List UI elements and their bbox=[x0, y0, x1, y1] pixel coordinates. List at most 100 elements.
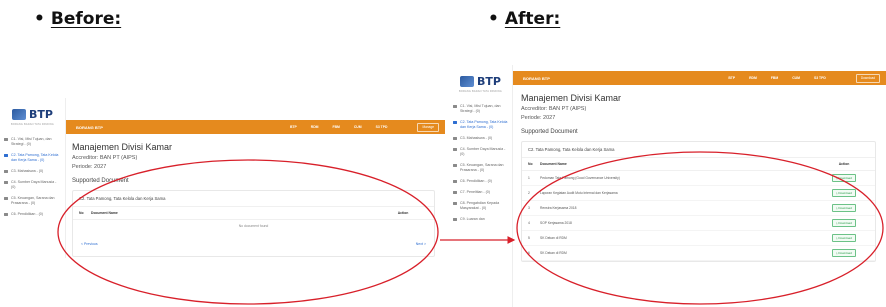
row-name: Renstra Kerjasama 2018 bbox=[540, 206, 577, 210]
main-content: Manajemen Divisi Kamar Accreditor: BAN P… bbox=[72, 142, 445, 257]
sidebar-item-c8[interactable]: C8. Pengabdian Kepada Masyarakat - (0) bbox=[449, 198, 512, 214]
sidebar-nav: C1. Visi, Misi Tujuan, dan Strategi - (0… bbox=[0, 134, 65, 220]
row-name: Laporan Kegiatan Audit Mutu Internal dan… bbox=[540, 191, 618, 195]
sidebar-item-label: C6. Pendidikan - (0) bbox=[460, 179, 492, 183]
sidebar-item-label: C4. Sumber Daya Manusia - (0) bbox=[11, 180, 57, 189]
row-action: ⤓ Download bbox=[819, 234, 869, 242]
folder-icon bbox=[453, 121, 457, 124]
sidebar-item-c2[interactable]: C2. Tata Pamong, Tata Kelola dan Kerja S… bbox=[0, 150, 65, 166]
sidebar-item-c6[interactable]: C6. Pendidikan - (0) bbox=[0, 209, 65, 220]
section-title: Supported Document bbox=[521, 129, 578, 135]
menu-item-fbm[interactable]: FBM bbox=[771, 76, 778, 80]
folder-icon bbox=[4, 170, 8, 173]
sidebar-item-c6[interactable]: C6. Pendidikan - (0) bbox=[449, 176, 512, 187]
download-label: Download bbox=[838, 206, 852, 210]
sidebar-item-label: C6. Pendidikan - (0) bbox=[11, 212, 43, 216]
section-title: Supported Document bbox=[72, 178, 129, 184]
download-label: Download bbox=[838, 221, 852, 225]
before-screenshot: BTP BORANG BADAN TATA PAMONG C1. Visi, M… bbox=[0, 98, 445, 258]
sidebar-item-c2[interactable]: C2. Tata Pamong, Tata Kelola dan Kerja S… bbox=[449, 117, 512, 133]
sidebar-item-label: C8. Pengabdian Kepada Masyarakat - (0) bbox=[460, 201, 500, 210]
download-button[interactable]: ⤓ Download bbox=[832, 189, 856, 197]
logo-subtitle: BORANG BADAN TATA PAMONG bbox=[459, 90, 502, 93]
sidebar-item-c3[interactable]: C3. Mahasiswa - (0) bbox=[449, 133, 512, 144]
menu-item-btp[interactable]: BTP bbox=[290, 125, 297, 129]
manage-button[interactable]: Manage bbox=[417, 122, 439, 132]
previous-button[interactable]: < Previous bbox=[81, 242, 98, 246]
after-heading-text: After: bbox=[504, 9, 561, 29]
download-all-button[interactable]: Download bbox=[855, 73, 880, 83]
logo: BTP bbox=[0, 108, 65, 121]
row-no: 2 bbox=[528, 191, 530, 195]
sidebar-item-c4[interactable]: C4. Sumber Daya Manusia - (0) bbox=[449, 144, 512, 160]
next-button[interactable]: Next > bbox=[416, 242, 426, 246]
folder-icon bbox=[453, 137, 457, 140]
sidebar-item-c4[interactable]: C4. Sumber Daya Manusia - (0) bbox=[0, 177, 65, 193]
sidebar-nav: C1. Visi, Misi Tujuan, dan Strategi - (0… bbox=[449, 101, 512, 225]
row-action: ⤓ Download bbox=[819, 219, 869, 227]
document-card: C2. Tata Pamong, Tata Kelola dan Kerja S… bbox=[72, 190, 435, 257]
sidebar-item-c5[interactable]: C5. Keuangan, Sarana dan Prasarana - (0) bbox=[449, 160, 512, 176]
before-heading: • Before: bbox=[34, 9, 121, 29]
pagination: < Previous Next > bbox=[73, 238, 434, 256]
sidebar: BTP BORANG BADAN TATA PAMONG C1. Visi, M… bbox=[449, 65, 513, 307]
row-name: SK Dekan di RDM bbox=[540, 236, 567, 240]
sidebar-item-c1[interactable]: C1. Visi, Misi Tujuan, dan Strategi - (0… bbox=[0, 134, 65, 150]
sidebar-item-c3[interactable]: C3. Mahasiswa - (0) bbox=[0, 166, 65, 177]
row-no: 3 bbox=[528, 206, 530, 210]
download-button[interactable]: ⤓ Download bbox=[832, 174, 856, 182]
row-name: Pedoman Tata Pamong (Good Governance Uni… bbox=[540, 176, 620, 180]
download-button[interactable]: ⤓ Download bbox=[832, 204, 856, 212]
menu-item-rdm[interactable]: RDM bbox=[749, 76, 757, 80]
sidebar-item-label: C3. Mahasiswa - (0) bbox=[11, 169, 44, 173]
topbar-title: BORANG BTP bbox=[523, 75, 550, 81]
download-label: Download bbox=[838, 191, 852, 195]
topbar: BORANG BTP BTP RDM FBM CUM S3 TPD Manage bbox=[66, 120, 445, 134]
sidebar-item-c1[interactable]: C1. Visi, Misi Tujuan, dan Strategi - (0… bbox=[449, 101, 512, 117]
page-title: Manajemen Divisi Kamar bbox=[521, 93, 622, 103]
sidebar-item-c5[interactable]: C5. Keuangan, Sarana dan Prasarana - (0) bbox=[0, 193, 65, 209]
sidebar-item-label: C1. Visi, Misi Tujuan, dan Strategi - (0… bbox=[11, 137, 52, 146]
logo-subtitle: BORANG BADAN TATA PAMONG bbox=[11, 123, 54, 126]
download-button[interactable]: ⤓ Download bbox=[832, 249, 856, 257]
sidebar-item-label: C2. Tata Pamong, Tata Kelola dan Kerja S… bbox=[460, 120, 508, 129]
logo-text: BTP bbox=[477, 75, 501, 88]
topbar-title: BORANG BTP bbox=[76, 124, 103, 130]
column-no: No bbox=[79, 211, 84, 215]
menu-item-rdm[interactable]: RDM bbox=[311, 125, 319, 129]
row-action: ⤓ Download bbox=[819, 189, 869, 197]
download-label: Download bbox=[838, 236, 852, 240]
download-button[interactable]: ⤓ Download bbox=[832, 234, 856, 242]
sidebar-item-label: C2. Tata Pamong, Tata Kelola dan Kerja S… bbox=[11, 153, 59, 162]
folder-icon bbox=[453, 218, 457, 221]
download-button[interactable]: ⤓ Download bbox=[832, 219, 856, 227]
sidebar-item-label: C5. Keuangan, Sarana dan Prasarana - (0) bbox=[460, 163, 504, 172]
sidebar-item-label: C4. Sumber Daya Manusia - (0) bbox=[460, 147, 506, 156]
row-name: SOP Kerjasama 2018 bbox=[540, 221, 572, 225]
menu-item-fbm[interactable]: FBM bbox=[333, 125, 340, 129]
column-name: Document Name bbox=[91, 211, 118, 215]
page-title: Manajemen Divisi Kamar bbox=[72, 142, 173, 152]
folder-icon bbox=[453, 164, 457, 167]
menu-item-s3tpd[interactable]: S3 TPD bbox=[376, 125, 388, 129]
table-row: 2 Laporan Kegiatan Audit Mutu Internal d… bbox=[522, 186, 875, 201]
menu-item-btp[interactable]: BTP bbox=[728, 76, 735, 80]
column-no: No bbox=[528, 162, 533, 166]
folder-icon bbox=[453, 148, 457, 151]
menu-item-s3tpd[interactable]: S3 TPD bbox=[814, 76, 826, 80]
folder-icon bbox=[453, 191, 457, 194]
menu-item-cum[interactable]: CUM bbox=[792, 76, 800, 80]
sidebar-item-c9[interactable]: C9. Luaran dan bbox=[449, 214, 512, 225]
logo-icon bbox=[460, 76, 475, 87]
sidebar-item-c7[interactable]: C7. Penelitian - (0) bbox=[449, 187, 512, 198]
sidebar-item-label: C1. Visi, Misi Tujuan, dan Strategi - (0… bbox=[460, 104, 501, 113]
after-screenshot: BTP BORANG BADAN TATA PAMONG C1. Visi, M… bbox=[449, 65, 886, 307]
menu-item-cum[interactable]: CUM bbox=[354, 125, 362, 129]
row-no: 6 bbox=[528, 251, 530, 255]
sidebar-item-label: C7. Penelitian - (0) bbox=[460, 190, 490, 194]
row-name: SK Dekan di RDM bbox=[540, 251, 567, 255]
folder-icon bbox=[453, 202, 457, 205]
topbar-menu: BTP RDM FBM CUM S3 TPD bbox=[290, 125, 388, 129]
table-row: 6 SK Dekan di RDM ⤓ Download bbox=[522, 246, 875, 261]
row-action: ⤓ Download bbox=[819, 204, 869, 212]
